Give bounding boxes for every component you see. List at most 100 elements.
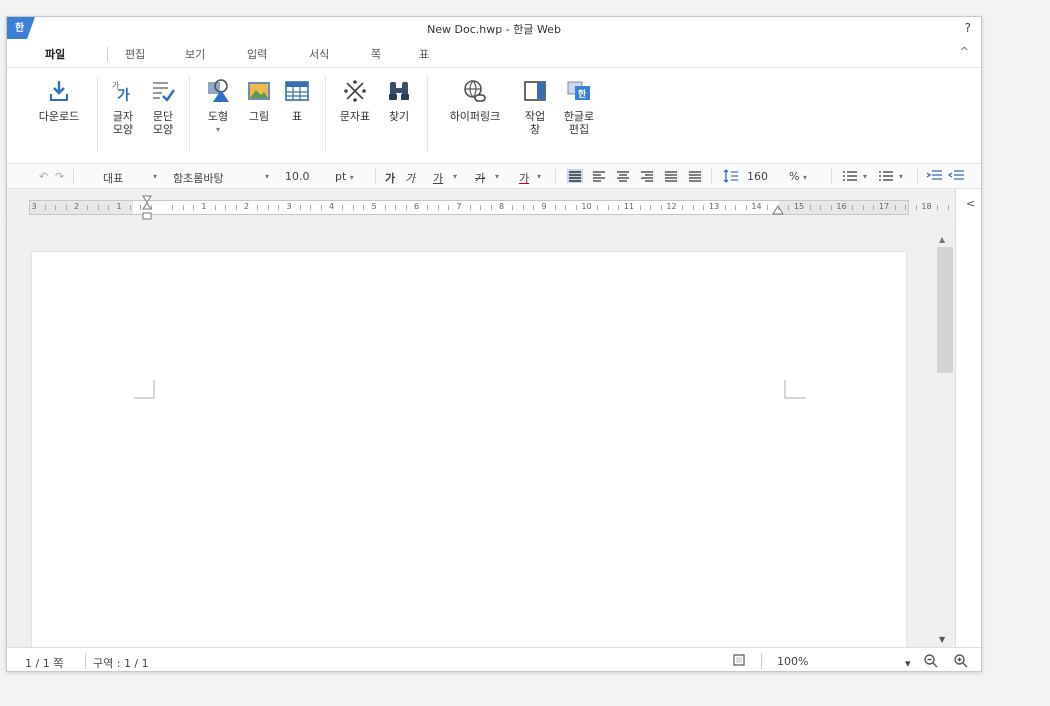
zoom-out-icon[interactable]: [923, 653, 939, 669]
divide-icon[interactable]: [687, 169, 703, 183]
hyperlink-button[interactable]: 하이퍼링크: [439, 78, 511, 123]
size-unit-value: pt: [335, 170, 347, 183]
align-center-icon[interactable]: [615, 169, 631, 183]
align-left-icon[interactable]: [591, 169, 607, 183]
para-shape-button[interactable]: 문단 모양: [147, 78, 179, 136]
ruler-number: 14: [751, 202, 762, 211]
task-pane-button[interactable]: 작업 창: [519, 78, 551, 136]
format-divider: [831, 169, 832, 184]
ruler-tick: [915, 205, 917, 210]
strike-dropdown-icon[interactable]: ▾: [495, 172, 499, 181]
numbered-list-icon[interactable]: [877, 169, 895, 183]
ruler-tick: [405, 205, 407, 210]
scroll-up-icon[interactable]: ▲: [939, 235, 945, 244]
page-view-icon[interactable]: [733, 654, 745, 666]
font-dropdown-icon[interactable]: ▾: [265, 172, 269, 181]
undo-icon[interactable]: ↶: [39, 170, 48, 183]
edit-in-hangul-button[interactable]: 한 한글로 편집: [559, 78, 599, 136]
tab-format[interactable]: 서식: [309, 46, 329, 62]
tab-view[interactable]: 보기: [185, 46, 205, 62]
menu-bar: 파일 편집 보기 입력 서식 쪽 표: [7, 43, 981, 65]
margin-corner-top-left: [134, 380, 155, 399]
zoom-level[interactable]: 100%: [777, 655, 808, 668]
format-divider: [73, 169, 74, 184]
align-right-icon[interactable]: [639, 169, 655, 183]
font-size-input[interactable]: 10.0: [285, 170, 310, 183]
zoom-dropdown-icon[interactable]: ▾: [905, 657, 911, 670]
picture-label: 그림: [248, 110, 270, 123]
strikethrough-button[interactable]: 가: [475, 170, 485, 186]
indent-increase-icon[interactable]: [925, 168, 943, 184]
format-divider: [711, 169, 712, 184]
ruler-number: 11: [623, 202, 635, 211]
zoom-in-icon[interactable]: [953, 653, 969, 669]
style-dropdown-icon[interactable]: ▾: [153, 172, 157, 181]
scroll-down-icon[interactable]: ▼: [939, 635, 945, 644]
help-button[interactable]: ?: [965, 21, 971, 35]
font-select[interactable]: 함초롬바탕: [173, 170, 224, 186]
ribbon-divider: [97, 76, 98, 152]
vertical-scrollbar-thumb[interactable]: [937, 247, 953, 373]
right-side-panel: <: [955, 189, 981, 647]
ruler-number: 4: [328, 202, 335, 211]
style-value: 대표: [103, 172, 124, 185]
line-spacing-icon[interactable]: [723, 168, 739, 184]
ruler-tick: [352, 205, 354, 210]
task-pane-label-1: 작업: [524, 110, 546, 123]
collapse-ribbon-button[interactable]: ^: [960, 45, 969, 58]
picture-button[interactable]: 그림: [243, 78, 275, 123]
find-button[interactable]: 찾기: [383, 78, 415, 123]
download-label: 다운로드: [38, 110, 80, 123]
ruler-tick: [267, 205, 269, 210]
edit-in-hangul-label-1: 한글로: [563, 110, 595, 123]
italic-button[interactable]: 가: [405, 170, 415, 186]
ruler-number: 3: [31, 202, 37, 211]
ruler-tick: [735, 205, 737, 210]
numbered-dropdown-icon[interactable]: ▾: [899, 172, 903, 181]
ruler-tick: [703, 205, 705, 210]
side-panel-toggle[interactable]: <: [966, 197, 975, 210]
char-shape-button[interactable]: 가 가 글자 모양: [107, 78, 139, 136]
download-button[interactable]: 다운로드: [31, 78, 87, 123]
bullet-list-icon[interactable]: [841, 169, 859, 183]
underline-button[interactable]: 가: [433, 170, 443, 186]
title-bar: 한 New Doc.hwp - 한글 Web ?: [7, 17, 981, 39]
ruler-tick: [65, 205, 67, 210]
tab-edit[interactable]: 편집: [125, 46, 145, 62]
ruler-number: 18: [921, 202, 932, 211]
indent-decrease-icon[interactable]: [947, 168, 965, 184]
bullet-dropdown-icon[interactable]: ▾: [863, 172, 867, 181]
globe-link-icon: [464, 80, 486, 102]
table-button[interactable]: 표: [281, 78, 313, 123]
char-map-button[interactable]: 문자표: [333, 78, 377, 123]
shape-dropdown-icon[interactable]: ▾: [201, 123, 235, 136]
status-divider: [85, 653, 86, 669]
font-color-dropdown-icon[interactable]: ▾: [537, 172, 541, 181]
ruler-number: 6: [413, 202, 420, 211]
ruler-tick: [745, 205, 747, 210]
justify-icon[interactable]: [567, 169, 583, 183]
horizontal-ruler[interactable]: 3 2 1 1 2 3 4 5 6 7 8 9 10 11 12 13 14 15 16 17 18: [29, 195, 960, 220]
hangul-edit-icon: 한: [567, 81, 590, 100]
tab-page[interactable]: 쪽: [371, 46, 381, 62]
tab-file[interactable]: 파일: [45, 46, 65, 62]
redo-icon[interactable]: ↷: [55, 170, 64, 183]
ruler-tick: [55, 205, 57, 210]
document-page[interactable]: [31, 251, 907, 647]
tab-table[interactable]: 표: [419, 46, 429, 62]
ruler-tick: [278, 205, 280, 210]
ruler-tick: [235, 205, 237, 210]
table-icon: [285, 81, 309, 101]
ruler-tick: [427, 205, 429, 210]
distribute-icon[interactable]: [663, 169, 679, 183]
line-spacing-input[interactable]: 160: [747, 170, 768, 183]
style-select[interactable]: 대표: [103, 170, 123, 186]
tab-insert[interactable]: 입력: [247, 46, 267, 62]
font-color-button[interactable]: 가: [519, 170, 529, 186]
size-unit-select[interactable]: pt ▾: [335, 170, 354, 183]
ruler-tick: [830, 205, 832, 210]
bold-button[interactable]: 가: [385, 170, 395, 186]
underline-dropdown-icon[interactable]: ▾: [453, 172, 457, 181]
line-spacing-unit-select[interactable]: % ▾: [789, 170, 807, 183]
shape-button[interactable]: 도형 ▾: [201, 78, 235, 136]
